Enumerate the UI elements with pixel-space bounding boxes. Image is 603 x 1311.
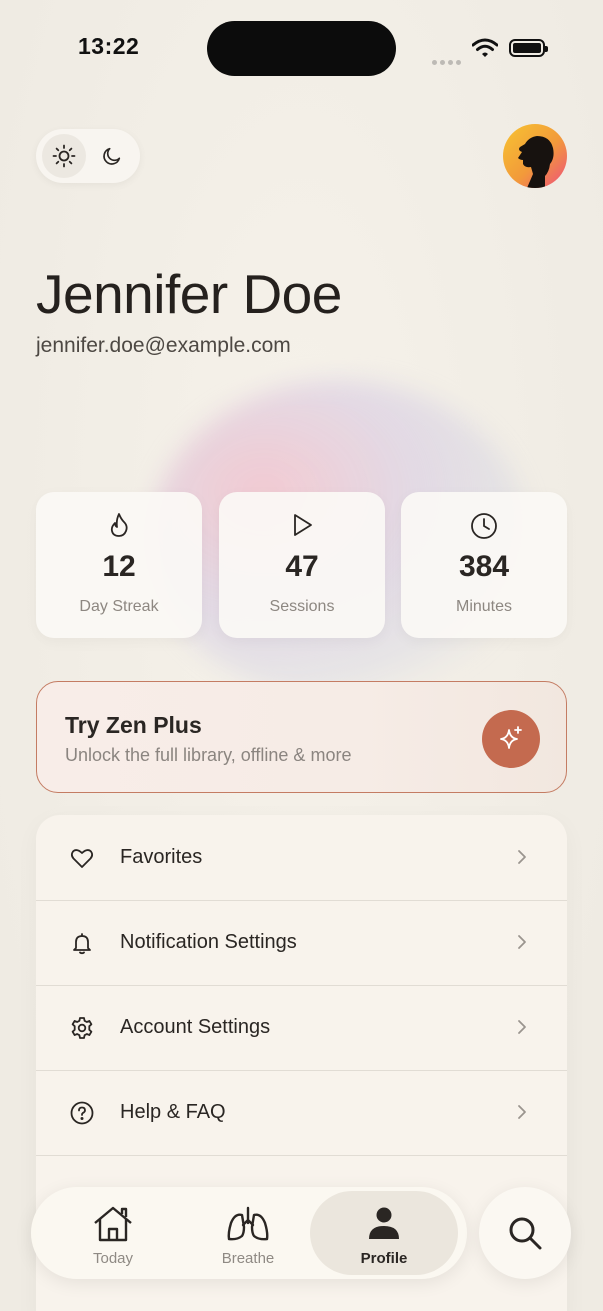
bell-icon	[73, 933, 91, 955]
stat-card-sessions: 47 Sessions	[219, 492, 385, 638]
stat-label: Minutes	[455, 598, 513, 615]
light-mode-button[interactable]	[42, 134, 86, 178]
promo-subtitle: Unlock the full library, offline & more	[65, 745, 352, 765]
help-circle-icon	[70, 1101, 94, 1125]
menu-item-help-faq[interactable]: Help & FAQ	[36, 1070, 567, 1156]
tab-today[interactable]: Today	[39, 1191, 187, 1275]
tab-profile[interactable]: Profile	[310, 1191, 458, 1275]
tab-bar: Today Breathe Profile	[31, 1187, 467, 1279]
wifi-icon	[472, 38, 498, 57]
dark-mode-button[interactable]	[90, 134, 134, 178]
chevron-right-icon	[518, 850, 526, 864]
search-icon	[509, 1217, 542, 1250]
zen-plus-promo-card[interactable]: Try Zen Plus Unlock the full library, of…	[36, 681, 567, 793]
flame-icon	[110, 513, 128, 537]
stat-value: 12	[102, 550, 136, 583]
sun-icon	[52, 144, 76, 168]
promo-action-button[interactable]	[482, 710, 540, 768]
profile-email: jennifer.doe@example.com	[36, 334, 291, 357]
avatar[interactable]	[503, 124, 567, 188]
promo-title: Try Zen Plus	[65, 712, 202, 738]
sparkle-icon	[500, 726, 522, 749]
moon-icon	[103, 147, 121, 165]
menu-item-label: Help & FAQ	[120, 1101, 226, 1123]
profile-screen: 13:22 Jennifer Doe jennifer.doe@example.…	[0, 0, 603, 1311]
status-time: 13:22	[78, 33, 140, 59]
menu-item-label: Notification Settings	[120, 931, 297, 953]
stat-value: 47	[285, 550, 319, 583]
dynamic-island	[207, 21, 396, 76]
chevron-right-icon	[518, 1105, 526, 1119]
home-icon	[94, 1206, 132, 1242]
menu-item-label: Account Settings	[120, 1016, 271, 1038]
menu-item-account-settings[interactable]: Account Settings	[36, 985, 567, 1071]
tab-label: Breathe	[221, 1250, 275, 1267]
stat-label: Day Streak	[79, 598, 159, 615]
gear-icon	[71, 1017, 93, 1039]
signal-icon	[432, 52, 464, 70]
theme-toggle[interactable]	[36, 129, 140, 183]
tab-breathe[interactable]: Breathe	[174, 1191, 322, 1275]
menu-item-favorites[interactable]: Favorites	[36, 815, 567, 901]
stat-value: 384	[458, 550, 510, 583]
stat-label: Sessions	[269, 598, 335, 615]
lungs-icon	[227, 1206, 269, 1241]
menu-item-label: Favorites	[120, 846, 203, 868]
stat-card-minutes: 384 Minutes	[401, 492, 567, 638]
profile-name: Jennifer Doe	[36, 263, 342, 325]
battery-icon	[509, 39, 548, 57]
heart-icon	[70, 849, 94, 868]
chevron-right-icon	[518, 1020, 526, 1034]
tab-label: Profile	[360, 1250, 408, 1267]
person-icon	[369, 1207, 399, 1239]
tab-label: Today	[92, 1250, 134, 1267]
stat-card-streak: 12 Day Streak	[36, 492, 202, 638]
clock-icon	[471, 513, 497, 539]
search-button[interactable]	[479, 1187, 571, 1279]
play-icon	[294, 514, 312, 536]
menu-item-notification-settings[interactable]: Notification Settings	[36, 900, 567, 986]
chevron-right-icon	[518, 935, 526, 949]
